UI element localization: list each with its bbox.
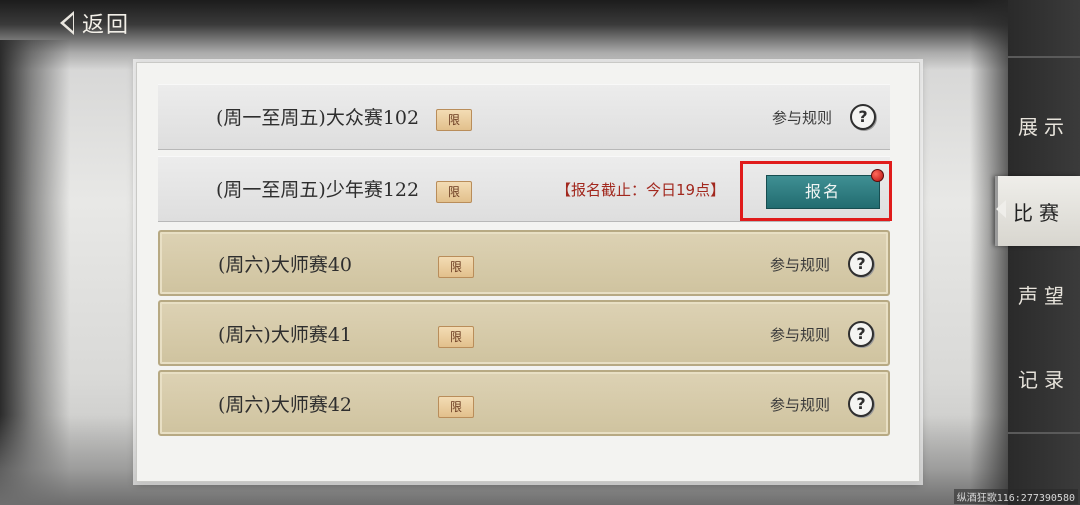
ink-wash-top [0,0,1010,70]
back-label: 返回 [82,13,131,38]
help-icon[interactable]: ? [850,104,876,130]
limit-badge: 限 [436,109,472,131]
limit-badge: 限 [438,326,474,348]
tab-match[interactable]: 比赛 [995,176,1080,246]
tab-records[interactable]: 记录 [1008,343,1080,413]
help-icon[interactable]: ? [848,321,874,347]
rules-link[interactable]: 参与规则 [770,372,830,438]
back-button[interactable]: 返回 [60,6,130,40]
match-name: (周六)大师赛41 [218,324,353,346]
signup-button[interactable]: 报名 [766,175,880,209]
match-row[interactable]: (周六)大师赛40 限 参与规则 ? [158,230,890,296]
match-name: (周六)大师赛42 [218,394,353,416]
nav-divider [1008,56,1080,58]
tab-reputation[interactable]: 声望 [1008,259,1080,329]
tab-display[interactable]: 展示 [1008,90,1080,160]
match-row[interactable]: (周六)大师赛41 限 参与规则 ? [158,300,890,366]
match-row[interactable]: (周一至周五)大众赛102 限 参与规则 ? [158,84,890,150]
player-id: 纵酒狂歌116:277390580 [953,489,1078,504]
side-nav [1008,0,1080,505]
match-name: (周六)大师赛40 [218,254,353,276]
notification-dot-icon [871,169,884,182]
chevron-left-icon [60,11,74,35]
rules-link[interactable]: 参与规则 [772,85,832,151]
rules-link[interactable]: 参与规则 [770,302,830,368]
active-tab-arrow-icon [996,200,1006,218]
match-name: (周一至周五)大众赛102 [216,107,420,129]
limit-badge: 限 [438,256,474,278]
rules-link[interactable]: 参与规则 [770,232,830,298]
match-row[interactable]: (周六)大师赛42 限 参与规则 ? [158,370,890,436]
match-row[interactable]: (周一至周五)少年赛122 限 【报名截止：今日19点】 报名 [158,156,892,222]
signup-deadline: 【报名截止：今日19点】 [556,181,726,199]
limit-badge: 限 [436,181,472,203]
nav-divider [1008,432,1080,434]
help-icon[interactable]: ? [848,391,874,417]
limit-badge: 限 [438,396,474,418]
ink-wash-right [970,0,1010,505]
help-icon[interactable]: ? [848,251,874,277]
match-name: (周一至周五)少年赛122 [216,179,420,201]
